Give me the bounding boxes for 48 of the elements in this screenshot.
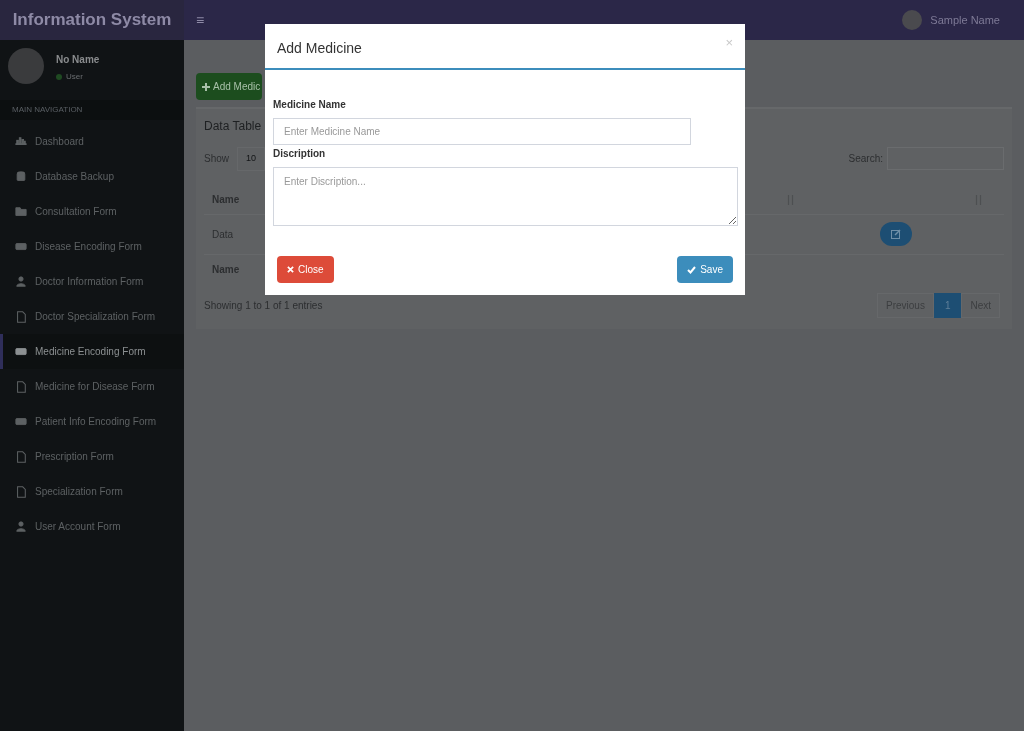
user-name: No Name bbox=[56, 53, 100, 67]
save-button[interactable]: Save bbox=[677, 256, 733, 283]
page-button[interactable]: 1 bbox=[933, 292, 962, 318]
nav-icon bbox=[15, 275, 27, 288]
nav-icon bbox=[15, 485, 27, 498]
description-field[interactable]: Enter Discription... bbox=[273, 167, 738, 226]
medicine-name-field[interactable]: Enter Medicine Name bbox=[273, 118, 691, 145]
modal-title: Add Medicine bbox=[277, 39, 362, 58]
sidebar-item[interactable]: Database Backup bbox=[0, 159, 184, 194]
close-button[interactable]: Close bbox=[277, 256, 334, 283]
nav-icon bbox=[15, 135, 27, 148]
section-heading: MAIN NAVIGATION bbox=[0, 100, 184, 120]
sidebar-item[interactable]: User Account Form bbox=[0, 509, 184, 544]
add-button[interactable]: Add Medic bbox=[196, 73, 263, 100]
check-icon bbox=[687, 265, 697, 274]
edit-icon bbox=[891, 228, 901, 239]
user-name[interactable]: Sample Name bbox=[930, 11, 1000, 29]
card-title: Data Table bbox=[204, 118, 262, 135]
sidebar-item[interactable]: Consultation Form bbox=[0, 194, 184, 229]
nav-icon bbox=[15, 240, 27, 253]
field-label: Discription bbox=[273, 147, 327, 161]
sidebar-item[interactable]: Specialization Form bbox=[0, 474, 184, 509]
menu-icon[interactable]: ≡ bbox=[196, 9, 205, 31]
sidebar-item[interactable]: Doctor Specialization Form bbox=[0, 299, 184, 334]
nav-icon bbox=[15, 450, 27, 463]
logo: Information System bbox=[0, 0, 184, 40]
sidebar-item[interactable]: Patient Info Encoding Form bbox=[0, 404, 184, 439]
sidebar-item[interactable]: Prescription Form bbox=[0, 439, 184, 474]
edit-button[interactable] bbox=[880, 221, 912, 246]
sidebar-item[interactable]: Medicine Encoding Form bbox=[0, 334, 184, 369]
nav-icon bbox=[15, 520, 27, 533]
nav-icon bbox=[15, 380, 27, 393]
user-role: User bbox=[66, 71, 83, 83]
avatar-icon bbox=[8, 48, 44, 84]
nav-icon bbox=[15, 170, 27, 183]
sidebar-item[interactable]: Disease Encoding Form bbox=[0, 229, 184, 264]
sidebar-item[interactable]: Medicine for Disease Form bbox=[0, 369, 184, 404]
nav-icon bbox=[15, 415, 27, 428]
nav-icon bbox=[15, 310, 27, 323]
close-icon bbox=[287, 266, 294, 273]
sidebar-item[interactable]: Dashboard bbox=[0, 124, 184, 159]
sidebar-item[interactable]: Doctor Information Form bbox=[0, 264, 184, 299]
entries-select[interactable]: 10 bbox=[237, 147, 266, 171]
field-label: Medicine Name bbox=[273, 98, 347, 112]
avatar-icon bbox=[902, 10, 923, 30]
nav-icon bbox=[15, 205, 27, 218]
nav-icon bbox=[15, 345, 27, 358]
plus-icon bbox=[202, 82, 210, 91]
